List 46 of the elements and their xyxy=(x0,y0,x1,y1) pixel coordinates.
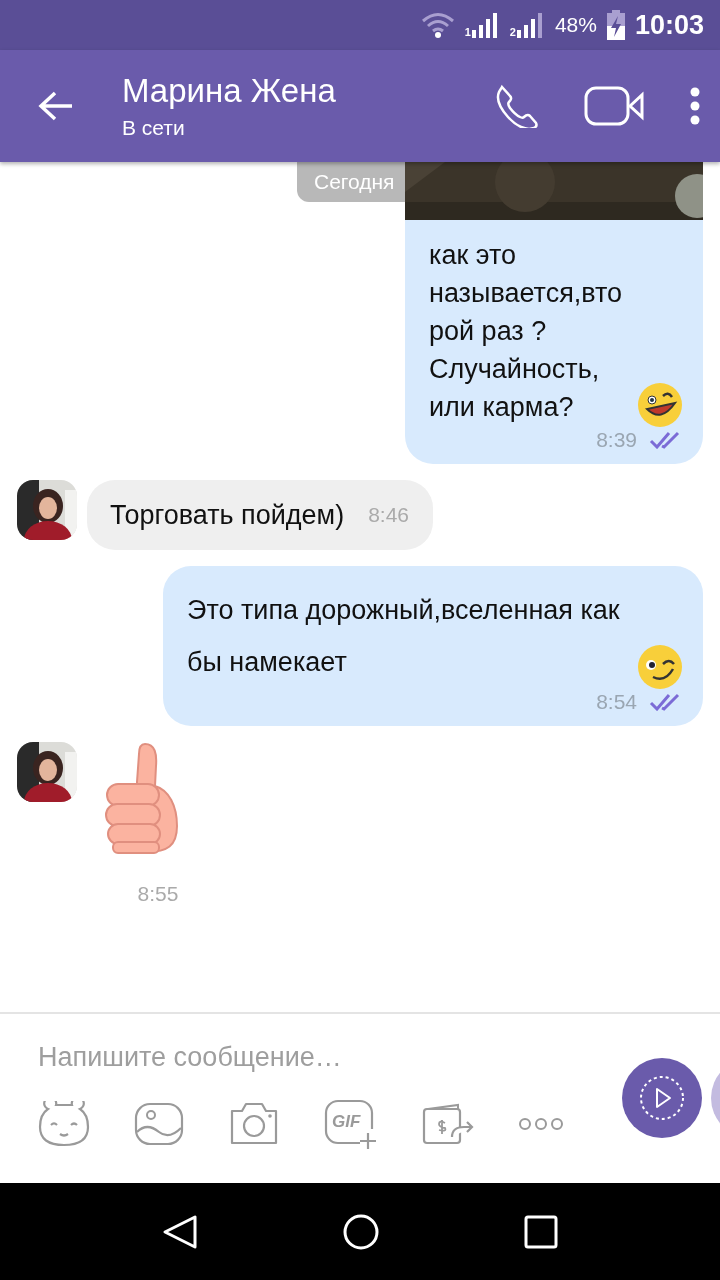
recents-button[interactable] xyxy=(523,1214,558,1249)
phone-icon xyxy=(494,84,538,128)
home-button[interactable] xyxy=(343,1213,379,1250)
message-time: 8:39 xyxy=(596,428,637,452)
more-icon xyxy=(518,1117,564,1131)
laughing-emoji-icon xyxy=(637,382,683,428)
recents-square-icon xyxy=(523,1214,558,1249)
gallery-button[interactable] xyxy=(134,1102,184,1146)
more-button[interactable] xyxy=(690,87,700,125)
message-text: Торговать пойдем) xyxy=(110,499,345,531)
battery-charging-icon xyxy=(606,10,625,40)
video-camera-icon xyxy=(584,86,644,126)
signal-icon xyxy=(516,12,545,38)
back-arrow-icon xyxy=(38,90,74,122)
contact-status: В сети xyxy=(122,116,186,140)
video-call-button[interactable] xyxy=(584,86,644,126)
back-triangle-icon xyxy=(162,1213,199,1250)
sim-number: 1 xyxy=(464,27,471,38)
camera-icon xyxy=(228,1101,280,1147)
sim-number: 2 xyxy=(509,27,516,38)
clock: 10:03 xyxy=(634,9,704,41)
bear-face-icon xyxy=(38,1101,90,1147)
play-circle-icon xyxy=(638,1074,686,1122)
more-options-button[interactable] xyxy=(518,1117,564,1131)
battery-percent: 48% xyxy=(554,13,597,37)
message-input[interactable]: Напишите сообщение… xyxy=(38,1042,438,1073)
sticker-button[interactable] xyxy=(38,1101,90,1147)
image-icon xyxy=(134,1102,184,1146)
message-text: Это типа дорожный,вселенная как бы намекает xyxy=(187,594,621,679)
message-time: 8:55 xyxy=(137,882,179,906)
gif-button[interactable]: GIF xyxy=(324,1099,378,1149)
call-button[interactable] xyxy=(494,84,538,128)
wifi-icon xyxy=(420,12,455,38)
message-text: как это называется,второй раз ? Случайность, или карма? xyxy=(429,239,624,424)
signal-icon xyxy=(471,12,500,38)
wallet-icon xyxy=(422,1103,474,1145)
home-circle-icon xyxy=(343,1213,379,1250)
money-transfer-button[interactable] xyxy=(422,1103,474,1145)
more-icon xyxy=(690,87,700,125)
winking-emoji-icon xyxy=(637,644,683,690)
contact-name: Марина Жена xyxy=(122,72,337,110)
message-time: 8:46 xyxy=(368,503,409,527)
camera-button[interactable] xyxy=(228,1101,280,1147)
back-nav-button[interactable] xyxy=(162,1213,199,1250)
back-button[interactable] xyxy=(38,90,74,122)
message-time: 8:54 xyxy=(596,690,637,714)
